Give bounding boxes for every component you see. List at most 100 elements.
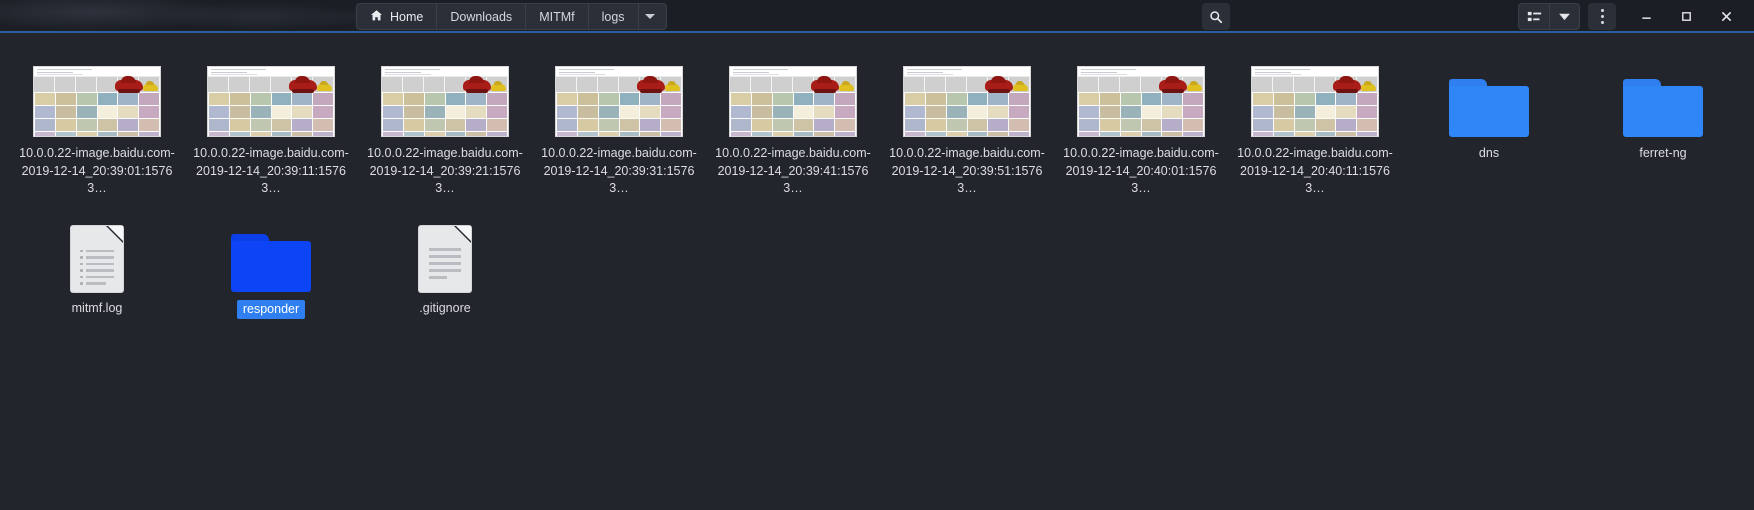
webpage-screenshot-icon <box>1251 66 1379 137</box>
minimize-icon <box>1641 17 1651 19</box>
breadcrumb-label: MITMf <box>539 9 575 24</box>
maximize-button[interactable] <box>1666 3 1706 30</box>
file-label: 10.0.0.22-image.baidu.com-2019-12-14_20:… <box>889 146 1045 195</box>
file-item[interactable]: 10.0.0.22-image.baidu.com-2019-12-14_20:… <box>1228 55 1402 198</box>
file-label: dns <box>1478 146 1500 160</box>
folder-icon <box>1623 79 1703 137</box>
car-image <box>985 76 1013 93</box>
breadcrumb-item-home[interactable]: Home <box>357 4 438 29</box>
search-button[interactable] <box>1202 3 1230 30</box>
car-image <box>1187 81 1202 91</box>
file-thumbnail <box>71 216 123 292</box>
webpage-screenshot-icon <box>729 66 857 137</box>
folder-icon <box>1449 79 1529 137</box>
file-item[interactable]: 10.0.0.22-image.baidu.com-2019-12-14_20:… <box>706 55 880 198</box>
title-bar: Home Downloads MITMf logs <box>0 0 1754 33</box>
file-item[interactable]: mitmf.log <box>10 216 184 318</box>
car-image <box>839 81 854 91</box>
window-controls <box>1518 3 1746 30</box>
file-label: 10.0.0.22-image.baidu.com-2019-12-14_20:… <box>367 146 523 195</box>
folder-item[interactable]: ferret-ng <box>1576 55 1750 163</box>
file-thumbnail <box>419 216 471 292</box>
breadcrumb-label: logs <box>601 9 625 24</box>
file-label: .gitignore <box>419 300 471 315</box>
maximize-icon <box>1681 12 1691 21</box>
kebab-menu-icon <box>1600 9 1604 12</box>
list-view-icon <box>1527 11 1541 22</box>
breadcrumb-dropdown-button[interactable] <box>639 4 666 29</box>
file-thumbnail <box>1623 55 1703 137</box>
file-thumbnail <box>729 55 857 137</box>
file-label: 10.0.0.22-image.baidu.com-2019-12-14_20:… <box>715 146 871 195</box>
file-thumbnail <box>555 55 683 137</box>
folder-icon <box>231 233 311 292</box>
car-image <box>665 81 680 91</box>
car-image <box>811 76 839 93</box>
file-thumbnail <box>1251 55 1379 137</box>
file-item[interactable]: 10.0.0.22-image.baidu.com-2019-12-14_20:… <box>10 55 184 198</box>
file-row-2: mitmf.log responder .gitignore <box>0 216 1754 319</box>
text-file-icon <box>419 225 471 292</box>
car-image <box>463 76 491 93</box>
file-thumbnail <box>207 55 335 137</box>
close-icon <box>1721 11 1731 22</box>
home-icon <box>370 9 383 25</box>
file-item[interactable]: 10.0.0.22-image.baidu.com-2019-12-14_20:… <box>532 55 706 198</box>
breadcrumb-item-mitmf[interactable]: MITMf <box>526 4 589 29</box>
list-view-button[interactable] <box>1519 4 1549 29</box>
close-button[interactable] <box>1706 3 1746 30</box>
file-label: mitmf.log <box>71 300 123 315</box>
file-label-selected: responder <box>236 299 306 319</box>
webpage-screenshot-icon <box>207 66 335 137</box>
car-image <box>143 81 158 91</box>
car-image <box>1159 76 1187 93</box>
file-thumbnail <box>381 55 509 137</box>
file-item[interactable]: .gitignore <box>358 216 532 318</box>
webpage-screenshot-icon <box>555 66 683 137</box>
file-label: 10.0.0.22-image.baidu.com-2019-12-14_20:… <box>19 146 175 195</box>
main-menu-button[interactable] <box>1588 3 1616 30</box>
file-label: 10.0.0.22-image.baidu.com-2019-12-14_20:… <box>193 146 349 195</box>
webpage-screenshot-icon <box>33 66 161 137</box>
minimize-button[interactable] <box>1626 3 1666 30</box>
car-image <box>115 76 143 93</box>
webpage-screenshot-icon <box>1077 66 1205 137</box>
car-image <box>1013 81 1028 91</box>
file-row-1: 10.0.0.22-image.baidu.com-2019-12-14_20:… <box>0 55 1754 198</box>
file-item[interactable]: 10.0.0.22-image.baidu.com-2019-12-14_20:… <box>358 55 532 198</box>
breadcrumb-item-downloads[interactable]: Downloads <box>437 4 527 29</box>
car-image <box>317 81 332 91</box>
folder-item[interactable]: dns <box>1402 55 1576 163</box>
breadcrumb-label: Home <box>390 9 424 24</box>
file-list-view[interactable]: 10.0.0.22-image.baidu.com-2019-12-14_20:… <box>0 33 1754 510</box>
car-image <box>1333 76 1361 93</box>
file-item[interactable]: 10.0.0.22-image.baidu.com-2019-12-14_20:… <box>1054 55 1228 198</box>
file-item[interactable]: 10.0.0.22-image.baidu.com-2019-12-14_20:… <box>880 55 1054 198</box>
file-thumbnail <box>1077 55 1205 137</box>
kebab-menu-icon <box>1600 21 1604 24</box>
view-mode-group <box>1518 3 1580 30</box>
webpage-screenshot-icon <box>381 66 509 137</box>
chevron-down-icon <box>1559 13 1570 21</box>
breadcrumb-label: Downloads <box>450 9 513 24</box>
kebab-menu-icon <box>1600 15 1604 18</box>
car-image <box>491 81 506 91</box>
car-image <box>1361 81 1376 91</box>
webpage-screenshot-icon <box>903 66 1031 137</box>
file-thumbnail <box>1449 55 1529 137</box>
file-label: ferret-ng <box>1639 146 1687 160</box>
car-image <box>637 76 665 93</box>
view-options-dropdown[interactable] <box>1549 4 1579 29</box>
log-file-icon <box>71 225 123 292</box>
search-icon <box>1210 10 1223 23</box>
file-thumbnail <box>903 55 1031 137</box>
file-item[interactable]: 10.0.0.22-image.baidu.com-2019-12-14_20:… <box>184 55 358 198</box>
breadcrumb-item-logs[interactable]: logs <box>589 4 639 29</box>
file-label: 10.0.0.22-image.baidu.com-2019-12-14_20:… <box>541 146 697 195</box>
file-label: 10.0.0.22-image.baidu.com-2019-12-14_20:… <box>1237 146 1393 195</box>
folder-item[interactable]: responder <box>184 216 358 319</box>
file-thumbnail <box>33 55 161 137</box>
file-thumbnail <box>231 216 311 292</box>
car-image <box>289 76 317 93</box>
chevron-down-icon <box>644 14 655 19</box>
